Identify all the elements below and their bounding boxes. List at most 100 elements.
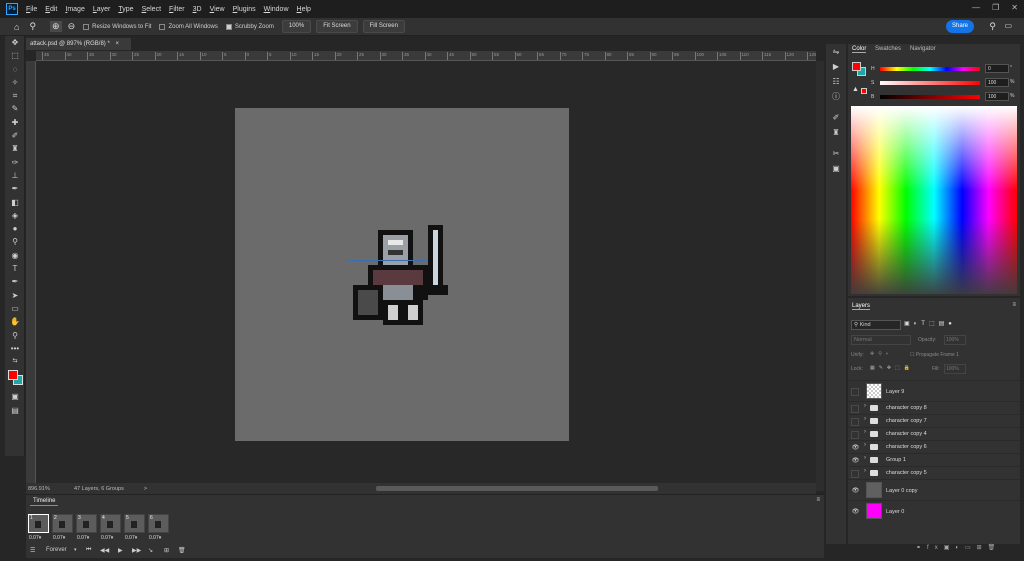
hue-value[interactable]: 0 [985,64,1009,73]
convert-timeline-icon[interactable]: ☰ [30,547,35,554]
adjustments-icon[interactable]: ☷ [826,74,846,89]
opacity-field[interactable]: 100% [944,335,966,345]
menu-plugins[interactable]: Plugins [229,6,260,13]
tab-navigator[interactable]: Navigator [910,46,936,52]
crop-tool-icon[interactable]: ⌗ [5,89,25,102]
menu-view[interactable]: View [206,6,229,13]
timeline-frame[interactable]: 3 [76,514,97,533]
visibility-eye-icon[interactable]: 👁 [851,508,860,516]
eraser-tool-icon[interactable]: ◧ [5,196,25,209]
document-tab[interactable]: attack.psd @ 897% (RGB/8) * × [26,38,131,50]
search-icon[interactable]: ⚲ [989,21,996,32]
fill-screen-button[interactable]: Fill Screen [362,20,405,33]
type-tool-icon[interactable]: T [5,262,25,275]
fill-field[interactable]: 100% [944,364,966,374]
clone-source-icon[interactable]: ♜ [826,125,846,140]
chevron-right-icon[interactable]: › [864,429,866,435]
visibility-toggle[interactable] [851,418,859,426]
chevron-right-icon[interactable]: › [864,403,866,409]
screen-mode-icon[interactable]: ▤ [5,404,25,417]
history-brush-tool-icon[interactable]: ✑ [5,156,25,169]
tab-layers[interactable]: Layers [852,303,871,310]
layer-group-row[interactable]: › character copy 8 [848,401,1020,414]
zoom-readout[interactable]: 896.91% [28,486,68,492]
timeline-frame[interactable]: 1 [28,514,49,533]
menu-edit[interactable]: Edit [41,6,61,13]
magic-wand-tool-icon[interactable]: ✧ [5,76,25,89]
more-tools-icon[interactable]: ••• [5,342,25,355]
brush-tool-icon[interactable]: ✐ [5,129,25,142]
zoom-all-windows-checkbox[interactable]: Zoom All Windows [159,23,218,30]
frame-duration[interactable]: 0.07▾ [77,535,89,541]
status-menu-arrow[interactable]: > [144,486,147,492]
websafe-swatch[interactable] [861,88,867,94]
zoom-in-icon[interactable]: ⊕ [50,21,62,32]
timeline-tab[interactable]: Timeline [30,497,59,506]
prev-frame-icon[interactable]: ◀◀ [100,547,109,554]
share-button[interactable]: Share [946,20,974,33]
close-document-icon[interactable]: × [115,41,119,47]
horizontal-scrollbar[interactable] [376,486,658,491]
fit-screen-button[interactable]: Fit Screen [316,20,358,33]
blend-mode-dropdown[interactable]: Normal [851,335,911,345]
hue-slider[interactable] [880,67,980,71]
filter-icons[interactable]: ▣◐T⬚▤● [904,320,956,327]
duplicate-frame-icon[interactable]: ⊞ [164,547,169,554]
sponge-tool-icon[interactable]: ◉ [5,249,25,262]
layer-comps-icon[interactable]: ▣ [826,161,846,176]
timeline-frame[interactable]: 6 [148,514,169,533]
quick-mask-icon[interactable]: ▣ [5,390,25,403]
panel-menu-icon[interactable]: ≡ [1012,302,1016,308]
resize-windows-checkbox[interactable]: Resize Windows to Fit [83,23,151,30]
scrubby-zoom-checkbox[interactable]: Scrubby Zoom [225,23,274,30]
menu-filter[interactable]: Filter [165,6,189,13]
play-icon[interactable]: ▶ [118,547,123,554]
hand-tool-icon[interactable]: ✋ [5,315,25,328]
vertical-scrollbar[interactable] [816,61,824,491]
workspace-icon[interactable]: ▭ [1004,21,1012,30]
close-window-icon[interactable]: ✕ [1011,3,1018,12]
chevron-right-icon[interactable]: › [864,455,866,461]
menu-help[interactable]: Help [293,6,315,13]
tool-presets-icon[interactable]: ✂ [826,146,846,161]
menu-type[interactable]: Type [114,6,137,13]
layer-row[interactable]: 👁 Layer 0 copy [848,479,1020,500]
zoom-percent-field[interactable]: 100% [281,20,312,33]
menu-file[interactable]: File [22,6,41,13]
marquee-tool-icon[interactable]: ⬚ [5,49,25,62]
brushes-icon[interactable]: ✐ [826,110,846,125]
zoom-tool-icon[interactable]: ⚲ [29,21,36,32]
layer-group-row[interactable]: 👁 › Group 1 [848,453,1020,466]
saturation-value[interactable]: 100 [985,78,1009,87]
chevron-right-icon[interactable]: › [864,468,866,474]
path-selection-tool-icon[interactable]: ➤ [5,289,25,302]
timeline-frame[interactable]: 5 [124,514,145,533]
minimize-icon[interactable]: — [972,3,980,12]
brightness-slider[interactable] [880,95,980,99]
layer-group-row[interactable]: › character copy 7 [848,414,1020,427]
panel-menu-icon[interactable]: ≡ [816,497,820,503]
color-swatches[interactable] [5,368,24,390]
dodge-tool-icon[interactable]: ⚲ [5,235,25,248]
layer-footer-icons[interactable]: ⚭fx▣◐▭⊞🗑 [916,544,1001,551]
next-frame-icon[interactable]: ▶▶ [132,547,141,554]
frame-duration[interactable]: 0.07▾ [101,535,113,541]
pen-tool-icon[interactable]: ✒ [5,275,25,288]
rectangle-tool-icon[interactable]: ▭ [5,302,25,315]
lasso-tool-icon[interactable]: ◌ [5,63,25,76]
eyedropper-tool-icon[interactable]: ✎ [5,102,25,115]
lock-icons[interactable]: ▦✎✥⬚🔒 [870,365,914,371]
visibility-toggle[interactable] [851,431,859,439]
visibility-eye-icon[interactable]: 👁 [851,457,860,465]
loop-dropdown[interactable]: Forever [46,547,67,553]
menu-window[interactable]: Window [260,6,293,13]
tab-color[interactable]: Color [852,46,867,53]
healing-brush-tool-icon[interactable]: ✚ [5,116,25,129]
swap-colors-icon[interactable]: ⇆ [5,355,25,368]
chevron-right-icon[interactable]: › [864,442,866,448]
kind-filter-dropdown[interactable]: ⚲ Kind [851,320,901,330]
layer-row[interactable]: 👁 Layer 0 [848,500,1020,521]
tab-swatches[interactable]: Swatches [875,46,901,52]
menu-3d[interactable]: 3D [189,6,206,13]
stamp-tool-icon[interactable]: ⊥ [5,169,25,182]
